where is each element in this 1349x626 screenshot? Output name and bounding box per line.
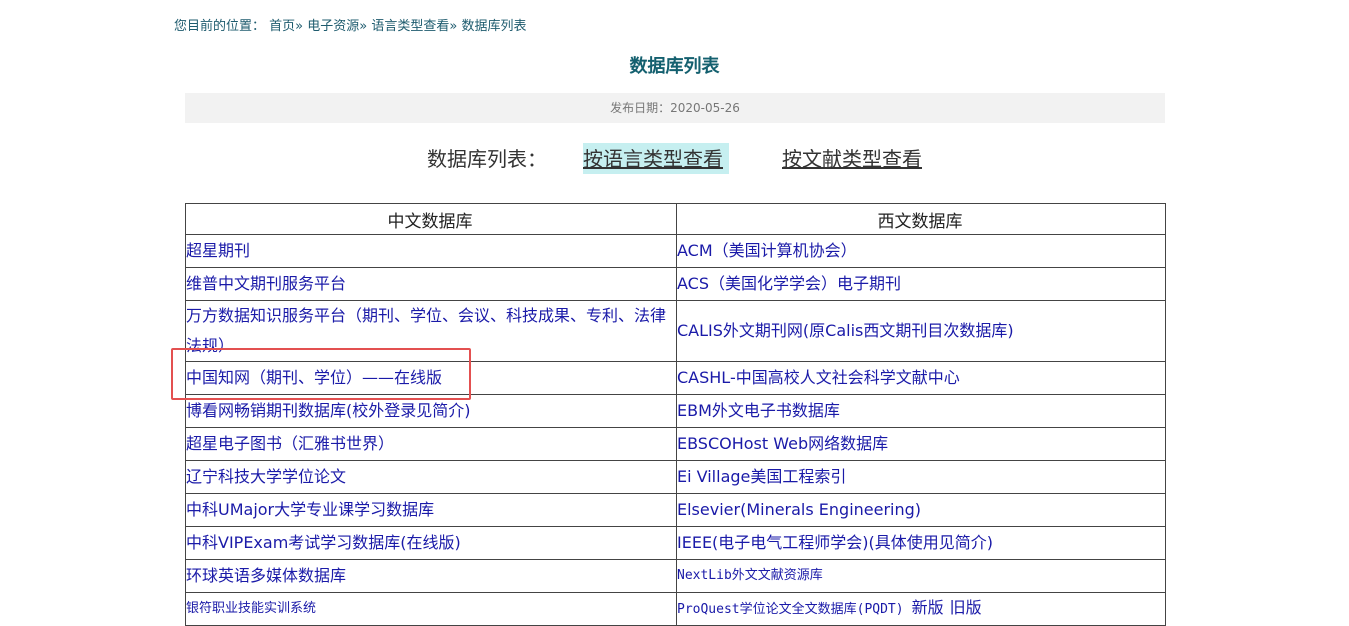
page-title: 数据库列表	[629, 56, 720, 77]
db-link-umajor[interactable]: 中科UMajor大学专业课学习数据库	[186, 500, 434, 519]
header-chinese-db: 中文数据库	[185, 203, 677, 235]
db-link-chaoxing-journals[interactable]: 超星期刊	[186, 241, 250, 260]
database-table: 中文数据库 西文数据库 超星期刊 ACM（美国计算机协会） 维普中文期刊服务平台…	[185, 203, 1166, 626]
breadcrumb: 您目前的位置： 首页» 电子资源» 语言类型查看» 数据库列表	[174, 19, 527, 34]
db-link-ebscohost[interactable]: EBSCOHost Web网络数据库	[677, 434, 888, 453]
db-link-nextlib[interactable]: NextLib外文文献资源库	[677, 568, 823, 583]
table-row: 超星电子图书（汇雅书世界） EBSCOHost Web网络数据库	[185, 427, 1166, 461]
table-row: 辽宁科技大学学位论文 Ei Village美国工程索引	[185, 460, 1166, 494]
db-link-ebm[interactable]: EBM外文电子书数据库	[677, 401, 840, 420]
db-link-bookan[interactable]: 博看网畅销期刊数据库(校外登录见简介)	[186, 401, 471, 420]
table-row: 超星期刊 ACM（美国计算机协会）	[185, 234, 1166, 268]
header-western-db: 西文数据库	[676, 203, 1166, 235]
table-row: 中国知网（期刊、学位）——在线版 CASHL-中国高校人文社会科学文献中心	[185, 361, 1166, 395]
table-row: 银符职业技能实训系统 ProQuest学位论文全文数据库(PQDT) 新版 旧版	[185, 592, 1166, 626]
db-link-global-english[interactable]: 环球英语多媒体数据库	[186, 566, 346, 585]
table-row: 中科UMajor大学专业课学习数据库 Elsevier(Minerals Eng…	[185, 493, 1166, 527]
db-link-vipexam[interactable]: 中科VIPExam考试学习数据库(在线版)	[186, 533, 461, 552]
table-row: 博看网畅销期刊数据库(校外登录见简介) EBM外文电子书数据库	[185, 394, 1166, 428]
selector-label: 数据库列表：	[427, 147, 547, 171]
view-by-language-link[interactable]: 按语言类型查看	[583, 143, 729, 174]
db-link-vip[interactable]: 维普中文期刊服务平台	[186, 274, 346, 293]
db-link-elsevier[interactable]: Elsevier(Minerals Engineering)	[677, 500, 921, 519]
db-link-cashl[interactable]: CASHL-中国高校人文社会科学文献中心	[677, 368, 960, 387]
table-row: 万方数据知识服务平台（期刊、学位、会议、科技成果、专利、法律法规） CALIS外…	[185, 300, 1166, 362]
proquest-old-version-link[interactable]: 旧版	[950, 598, 982, 617]
table-row: 维普中文期刊服务平台 ACS（美国化学学会）电子期刊	[185, 267, 1166, 301]
breadcrumb-e-resources-link[interactable]: 电子资源	[307, 19, 359, 34]
db-link-ei-village[interactable]: Ei Village美国工程索引	[677, 467, 846, 486]
breadcrumb-current-link[interactable]: 数据库列表	[462, 19, 527, 34]
db-link-acm[interactable]: ACM（美国计算机协会）	[677, 241, 857, 260]
view-by-doc-type-link[interactable]: 按文献类型查看	[782, 143, 922, 172]
db-link-calis[interactable]: CALIS外文期刊网(原Calis西文期刊目次数据库)	[677, 321, 1014, 340]
table-header-row: 中文数据库 西文数据库	[185, 203, 1166, 235]
db-link-ustl-theses[interactable]: 辽宁科技大学学位论文	[186, 467, 346, 486]
breadcrumb-home-link[interactable]: 首页	[269, 19, 295, 34]
db-link-wanfang[interactable]: 万方数据知识服务平台（期刊、学位、会议、科技成果、专利、法律法规）	[186, 306, 666, 355]
db-link-yinfu[interactable]: 银符职业技能实训系统	[186, 601, 316, 616]
db-link-cnki[interactable]: 中国知网（期刊、学位）——在线版	[186, 368, 442, 387]
db-link-ieee[interactable]: IEEE(电子电气工程师学会)(具体使用见简介)	[677, 533, 993, 552]
table-row: 环球英语多媒体数据库 NextLib外文文献资源库	[185, 559, 1166, 593]
proquest-new-version-link[interactable]: 新版	[912, 598, 944, 617]
breadcrumb-language-view-link[interactable]: 语言类型查看	[371, 19, 449, 34]
publish-date: 发布日期：2020-05-26	[185, 93, 1165, 123]
db-link-acs[interactable]: ACS（美国化学学会）电子期刊	[677, 274, 901, 293]
table-row: 中科VIPExam考试学习数据库(在线版) IEEE(电子电气工程师学会)(具体…	[185, 526, 1166, 560]
db-link-chaoxing-ebooks[interactable]: 超星电子图书（汇雅书世界）	[186, 434, 394, 453]
breadcrumb-prefix: 您目前的位置：	[174, 19, 266, 34]
